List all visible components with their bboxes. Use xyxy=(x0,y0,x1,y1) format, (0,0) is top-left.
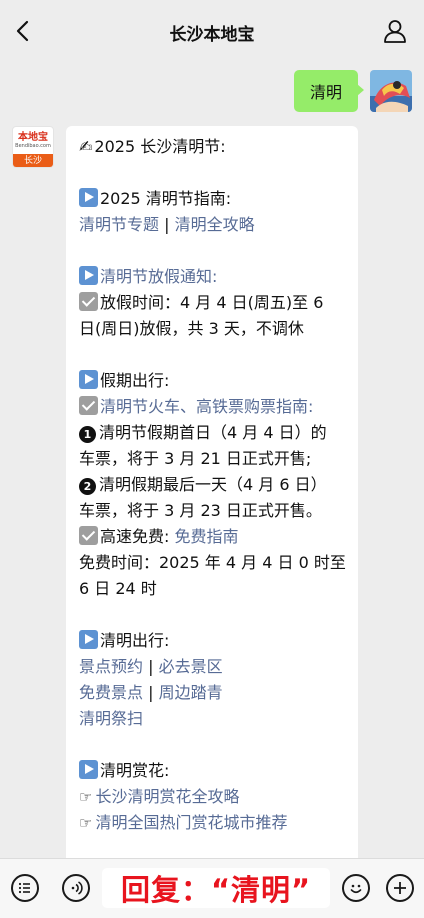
play-icon xyxy=(79,370,98,389)
separator: | xyxy=(148,683,154,702)
holiday-time-text-2: 日(周日)放假，共 3 天，不调休 xyxy=(79,319,304,338)
top-bar: 长沙本地宝 xyxy=(0,0,424,62)
user-avatar[interactable] xyxy=(370,70,412,112)
travel-title-line: 假期出行: xyxy=(79,368,346,394)
play-icon xyxy=(79,760,98,779)
ticket1-line: 1 清明节假期首日（4 月 4 日）的 xyxy=(79,420,346,446)
highway-label: 高速免费: xyxy=(100,527,170,546)
bot-message-bubble: ✍ 2025 长沙清明节: 2025 清明节指南: 清明节专题 | 清明全攻略 清… xyxy=(66,126,358,866)
user-message-row: 清明 xyxy=(293,70,412,112)
user-message-text: 清明 xyxy=(309,83,342,102)
number-one-icon: 1 xyxy=(79,426,96,443)
bot-logo-site: Bendibao.com xyxy=(15,142,51,149)
check-icon xyxy=(79,526,98,545)
link-nearby-outing[interactable]: 周边踏青 xyxy=(159,683,223,702)
outing-links-row-3: 清明祭扫 xyxy=(79,706,346,732)
guide-links-line: 清明节专题 | 清明全攻略 xyxy=(79,212,346,238)
profile-person-icon[interactable] xyxy=(382,18,408,44)
bot-logo-name: 本地宝 xyxy=(18,131,48,143)
pointing-hand-icon: ☞ xyxy=(79,814,93,832)
bot-logo-city: 长沙 xyxy=(13,154,53,167)
free-time-text-2: 6 日 24 时 xyxy=(79,579,157,598)
free-time-text-1: 免费时间：2025 年 4 月 4 日 0 时至 xyxy=(79,553,346,572)
separator: | xyxy=(164,215,170,234)
message-input[interactable]: 回复：“清明” xyxy=(102,868,330,908)
highway-line: 高速免费: 免费指南 xyxy=(79,524,346,550)
link-changsha-flowers[interactable]: 长沙清明赏花全攻略 xyxy=(95,787,239,806)
menu-list-icon[interactable] xyxy=(11,874,39,902)
holiday-title-line: 清明节放假通知: xyxy=(79,264,346,290)
ticket2-text-1: 清明假期最后一天（4 月 6 日） xyxy=(99,475,327,494)
input-text: 回复：“清明” xyxy=(120,873,312,907)
link-tomb-sweeping[interactable]: 清明祭扫 xyxy=(79,709,143,728)
emoji-smiley-icon[interactable] xyxy=(342,874,370,902)
link-ticket-guide[interactable]: 清明节火车、高铁票购票指南: xyxy=(100,397,313,416)
back-chevron-icon[interactable] xyxy=(10,17,38,45)
user-avatar-image xyxy=(370,70,412,112)
ticket2-line: 2 清明假期最后一天（4 月 6 日） xyxy=(79,472,346,498)
outing-title-line: 清明出行: xyxy=(79,628,346,654)
guide-title: 2025 清明节指南: xyxy=(100,189,232,208)
outing-title: 清明出行: xyxy=(100,631,170,650)
writing-hand-icon: ✍ xyxy=(79,137,93,156)
ticket1-text-2: 车票，将于 3 月 21 日正式开售; xyxy=(79,449,312,468)
flower-link-line-2: ☞ 清明全国热门赏花城市推荐 xyxy=(79,810,346,836)
link-holiday-notice[interactable]: 清明节放假通知: xyxy=(100,267,217,286)
holiday-time-text-1: 放假时间：4 月 4 日(周五)至 6 xyxy=(100,293,324,312)
separator: | xyxy=(148,657,154,676)
message-heading: 2025 长沙清明节: xyxy=(94,137,226,156)
check-icon xyxy=(79,292,98,311)
link-must-visit[interactable]: 必去景区 xyxy=(159,657,223,676)
flower-title-line: 清明赏花: xyxy=(79,758,346,784)
pointing-hand-icon: ☞ xyxy=(79,788,93,806)
outing-links-row-1: 景点预约 | 必去景区 xyxy=(79,654,346,680)
number-two-icon: 2 xyxy=(79,478,96,495)
message-heading-line: ✍ 2025 长沙清明节: xyxy=(79,134,346,160)
guide-title-line: 2025 清明节指南: xyxy=(79,186,346,212)
more-plus-icon[interactable] xyxy=(386,874,414,902)
input-bar: 回复：“清明” xyxy=(0,858,424,918)
user-message-bubble[interactable]: 清明 xyxy=(293,70,365,112)
play-icon xyxy=(79,266,98,285)
travel-title: 假期出行: xyxy=(100,371,170,390)
link-qingming-guide[interactable]: 清明全攻略 xyxy=(175,215,255,234)
link-national-flowers[interactable]: 清明全国热门赏花城市推荐 xyxy=(95,813,287,832)
link-qingming-topic[interactable]: 清明节专题 xyxy=(79,215,159,234)
ticket1-text-1: 清明节假期首日（4 月 4 日）的 xyxy=(99,423,327,442)
outing-links-row-2: 免费景点 | 周边踏青 xyxy=(79,680,346,706)
link-free-scenic[interactable]: 免费景点 xyxy=(79,683,143,702)
ticket-title-line: 清明节火车、高铁票购票指南: xyxy=(79,394,346,420)
link-free-guide[interactable]: 免费指南 xyxy=(175,527,239,546)
play-icon xyxy=(79,188,98,207)
ticket2-text-2: 车票，将于 3 月 23 日正式开售。 xyxy=(79,501,322,520)
bot-avatar[interactable]: 本地宝 Bendibao.com 长沙 xyxy=(12,126,54,168)
check-icon xyxy=(79,396,98,415)
voice-icon[interactable] xyxy=(62,874,90,902)
flower-link-line-1: ☞ 长沙清明赏花全攻略 xyxy=(79,784,346,810)
holiday-time-line: 放假时间：4 月 4 日(周五)至 6 xyxy=(79,290,346,316)
chat-title: 长沙本地宝 xyxy=(169,25,255,45)
link-scenic-reservation[interactable]: 景点预约 xyxy=(79,657,143,676)
play-icon xyxy=(79,630,98,649)
flower-title: 清明赏花: xyxy=(100,761,170,780)
